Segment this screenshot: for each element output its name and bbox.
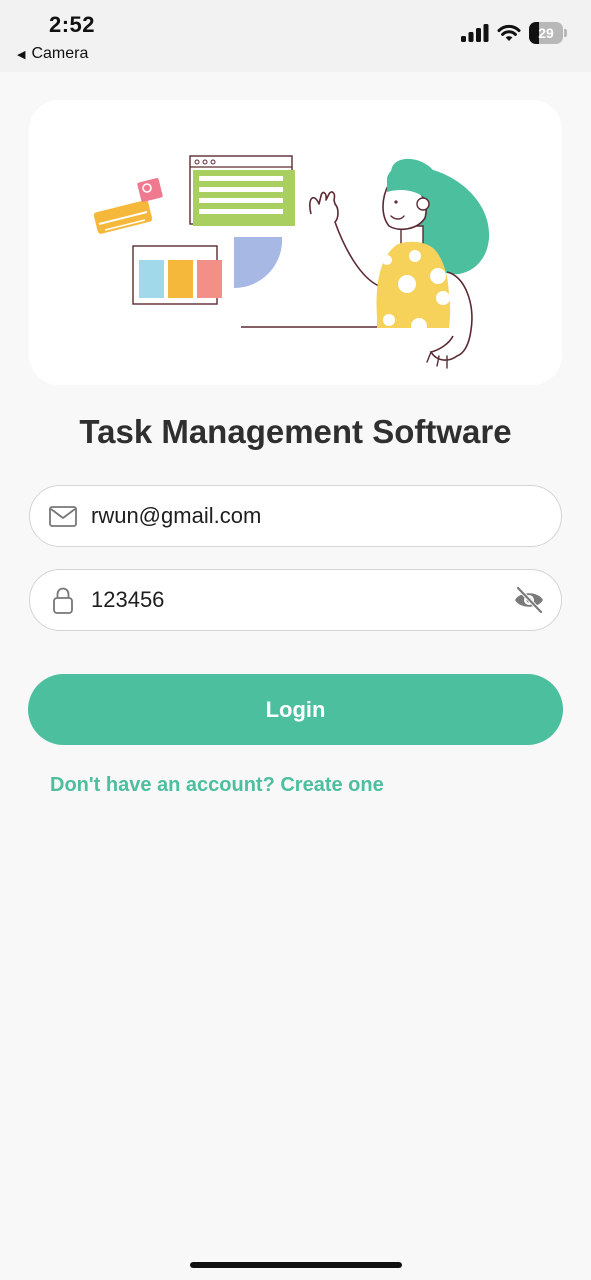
status-icons: 29 xyxy=(461,22,567,44)
back-to-app-link[interactable]: ◀ Camera xyxy=(17,45,88,63)
clock-time: 2:52 xyxy=(49,12,96,37)
tag-clip-illustration xyxy=(93,178,163,234)
back-app-label: Camera xyxy=(31,45,89,62)
email-field[interactable]: rwun@gmail.com xyxy=(29,485,562,547)
mail-icon xyxy=(49,506,77,527)
hero-illustration-card xyxy=(29,100,562,385)
battery-icon: 29 xyxy=(529,22,567,44)
lock-icon xyxy=(53,587,73,614)
woman-waving-task-board-illustration xyxy=(93,155,490,369)
create-account-link[interactable]: Don't have an account? Create one xyxy=(50,774,384,797)
password-field[interactable]: 123456 xyxy=(29,569,562,631)
wifi-icon xyxy=(497,24,521,41)
app-title: Task Management Software xyxy=(79,413,512,450)
status-bar: 2:52 ◀ Camera 29 xyxy=(0,0,591,72)
woman-figure-illustration xyxy=(309,158,490,369)
browser-window-illustration xyxy=(189,155,295,226)
color-blocks-board-illustration xyxy=(132,245,222,305)
pie-shape-illustration xyxy=(234,237,283,289)
login-button[interactable]: Login xyxy=(28,674,563,745)
cellular-signal-icon xyxy=(461,24,489,42)
eye-off-icon[interactable] xyxy=(513,585,545,615)
password-input-value[interactable]: 123456 xyxy=(91,587,164,613)
email-input-value[interactable]: rwun@gmail.com xyxy=(91,503,261,529)
back-triangle-icon: ◀ xyxy=(17,48,26,61)
home-indicator[interactable] xyxy=(190,1262,402,1268)
battery-level: 29 xyxy=(538,25,554,41)
